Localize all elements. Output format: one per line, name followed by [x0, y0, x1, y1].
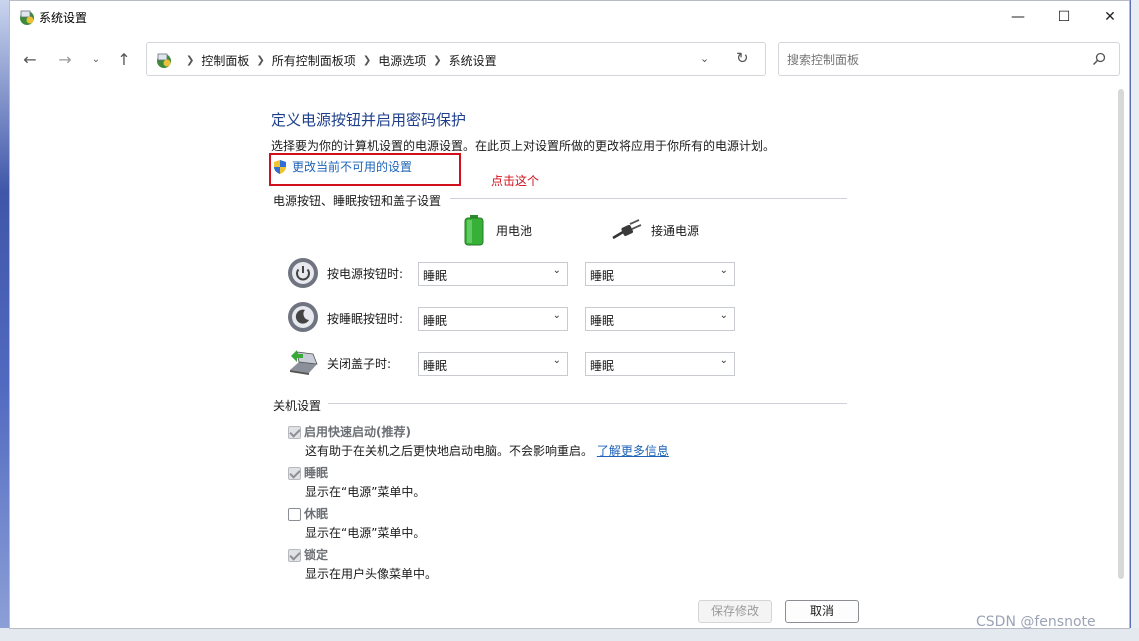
up-arrow-icon[interactable]: ↑	[112, 47, 136, 71]
power-plug-icon	[612, 219, 642, 240]
window-title: 系统设置	[39, 11, 88, 25]
control-panel-icon	[20, 10, 34, 25]
lid-close-battery-select[interactable]: 睡眠 ⌄	[418, 352, 568, 376]
annotation-text: 点击这个	[491, 174, 540, 188]
sleep-button-icon	[288, 302, 318, 332]
page-description: 选择要为你的计算机设置的电源设置。在此页上对设置所做的更改将应用于你所有的电源计…	[271, 139, 776, 153]
fast-startup-label: 启用快速启动(推荐)	[304, 425, 411, 439]
power-button-battery-select[interactable]: 睡眠 ⌄	[418, 262, 568, 286]
hibernate-checkbox[interactable]	[288, 508, 301, 521]
power-button-plugged-select[interactable]: 睡眠 ⌄	[585, 262, 735, 286]
breadcrumb: ❯ 控制面板 ❯ 所有控制面板项 ❯ 电源选项 ❯ 系统设置	[179, 52, 497, 69]
highlight-annotation-box	[269, 153, 461, 186]
lock-checkbox[interactable]	[288, 549, 301, 562]
chevron-down-icon: ⌄	[552, 265, 561, 276]
section-divider	[328, 403, 847, 404]
chevron-right-icon[interactable]: ❯	[433, 55, 441, 66]
shutdown-section-title: 关机设置	[273, 399, 322, 413]
chevron-down-icon[interactable]: ⌄	[700, 52, 709, 65]
title-bar: 系统设置 — ☐ ✕	[10, 1, 1129, 33]
select-value: 睡眠	[423, 314, 448, 328]
learn-more-link[interactable]: 了解更多信息	[597, 444, 669, 458]
lid-close-label: 关闭盖子时:	[327, 357, 392, 371]
search-input[interactable]	[787, 51, 1077, 69]
breadcrumb-item[interactable]: 电源选项	[378, 52, 426, 69]
plugged-column-label: 接通电源	[651, 223, 700, 238]
maximize-button[interactable]: ☐	[1041, 1, 1087, 33]
save-changes-button[interactable]: 保存修改	[698, 600, 772, 623]
search-icon[interactable]	[1091, 51, 1107, 67]
address-bar[interactable]: ❯ 控制面板 ❯ 所有控制面板项 ❯ 电源选项 ❯ 系统设置 ⌄ ↻	[146, 42, 766, 76]
lid-close-plugged-select[interactable]: 睡眠 ⌄	[585, 352, 735, 376]
refresh-icon[interactable]: ↻	[736, 49, 749, 67]
power-button-icon	[288, 258, 318, 288]
select-value: 睡眠	[590, 359, 615, 373]
power-buttons-section-title: 电源按钮、睡眠按钮和盖子设置	[273, 194, 442, 208]
close-button[interactable]: ✕	[1087, 1, 1133, 33]
sleep-button-battery-select[interactable]: 睡眠 ⌄	[418, 307, 568, 331]
fast-startup-checkbox[interactable]	[288, 426, 301, 439]
select-value: 睡眠	[423, 269, 448, 283]
page-title: 定义电源按钮并启用密码保护	[271, 111, 467, 129]
lock-option-label: 锁定	[304, 548, 329, 562]
taskbar-strip	[0, 628, 1139, 641]
forward-arrow-icon[interactable]: →	[53, 47, 77, 71]
cancel-button[interactable]: 取消	[785, 600, 859, 623]
power-button-label: 按电源按钮时:	[327, 267, 404, 281]
system-settings-window: 系统设置 — ☐ ✕ ← → ⌄ ↑ ❯ 控制面板 ❯ 所有控制面板项 ❯ 电源…	[9, 0, 1130, 629]
section-divider	[450, 198, 847, 199]
select-value: 睡眠	[590, 314, 615, 328]
plugged-column-header: 接通电源	[611, 218, 699, 242]
chevron-down-icon: ⌄	[719, 310, 728, 321]
chevron-down-icon: ⌄	[552, 355, 561, 366]
minimize-button[interactable]: —	[995, 1, 1041, 33]
hibernate-option-description: 显示在“电源”菜单中。	[305, 526, 426, 540]
description-text: 这有助于在关机之后更快地启动电脑。不会影响重启。	[305, 444, 594, 458]
battery-icon	[464, 215, 484, 246]
chevron-right-icon[interactable]: ❯	[363, 55, 371, 66]
footer-bar: 保存修改 取消	[10, 589, 1129, 629]
search-box[interactable]	[778, 42, 1120, 76]
select-value: 睡眠	[590, 269, 615, 283]
watermark-text: CSDN @fensnote	[976, 614, 1096, 630]
lock-option-description: 显示在用户头像菜单中。	[305, 567, 438, 581]
chevron-down-icon: ⌄	[719, 355, 728, 366]
laptop-lid-icon	[290, 350, 318, 375]
hibernate-option-label: 休眠	[304, 507, 329, 521]
main-content: 定义电源按钮并启用密码保护 选择要为你的计算机设置的电源设置。在此页上对设置所做…	[10, 85, 1118, 581]
sleep-checkbox[interactable]	[288, 467, 301, 480]
breadcrumb-item[interactable]: 系统设置	[449, 52, 497, 69]
chevron-right-icon: ❯	[186, 55, 195, 66]
vertical-scrollbar[interactable]	[1118, 89, 1124, 579]
recent-locations-chevron-icon[interactable]: ⌄	[84, 47, 108, 71]
control-panel-icon	[157, 53, 171, 68]
battery-column-label: 用电池	[496, 223, 533, 238]
select-value: 睡眠	[423, 359, 448, 373]
fast-startup-description: 这有助于在关机之后更快地启动电脑。不会影响重启。 了解更多信息	[305, 442, 669, 459]
navigation-bar: ← → ⌄ ↑ ❯ 控制面板 ❯ 所有控制面板项 ❯ 电源选项 ❯ 系统设置 ⌄…	[10, 33, 1129, 85]
back-arrow-icon[interactable]: ←	[18, 47, 42, 71]
sleep-button-plugged-select[interactable]: 睡眠 ⌄	[585, 307, 735, 331]
sleep-option-description: 显示在“电源”菜单中。	[305, 485, 426, 499]
chevron-down-icon: ⌄	[552, 310, 561, 321]
desktop-background-right	[1131, 0, 1139, 641]
battery-column-header: 用电池	[462, 214, 532, 246]
sleep-button-label: 按睡眠按钮时:	[327, 312, 404, 326]
chevron-right-icon[interactable]: ❯	[256, 55, 264, 66]
chevron-down-icon: ⌄	[719, 265, 728, 276]
breadcrumb-item[interactable]: 控制面板	[201, 52, 249, 69]
breadcrumb-item[interactable]: 所有控制面板项	[272, 52, 356, 69]
sleep-option-label: 睡眠	[304, 466, 329, 480]
